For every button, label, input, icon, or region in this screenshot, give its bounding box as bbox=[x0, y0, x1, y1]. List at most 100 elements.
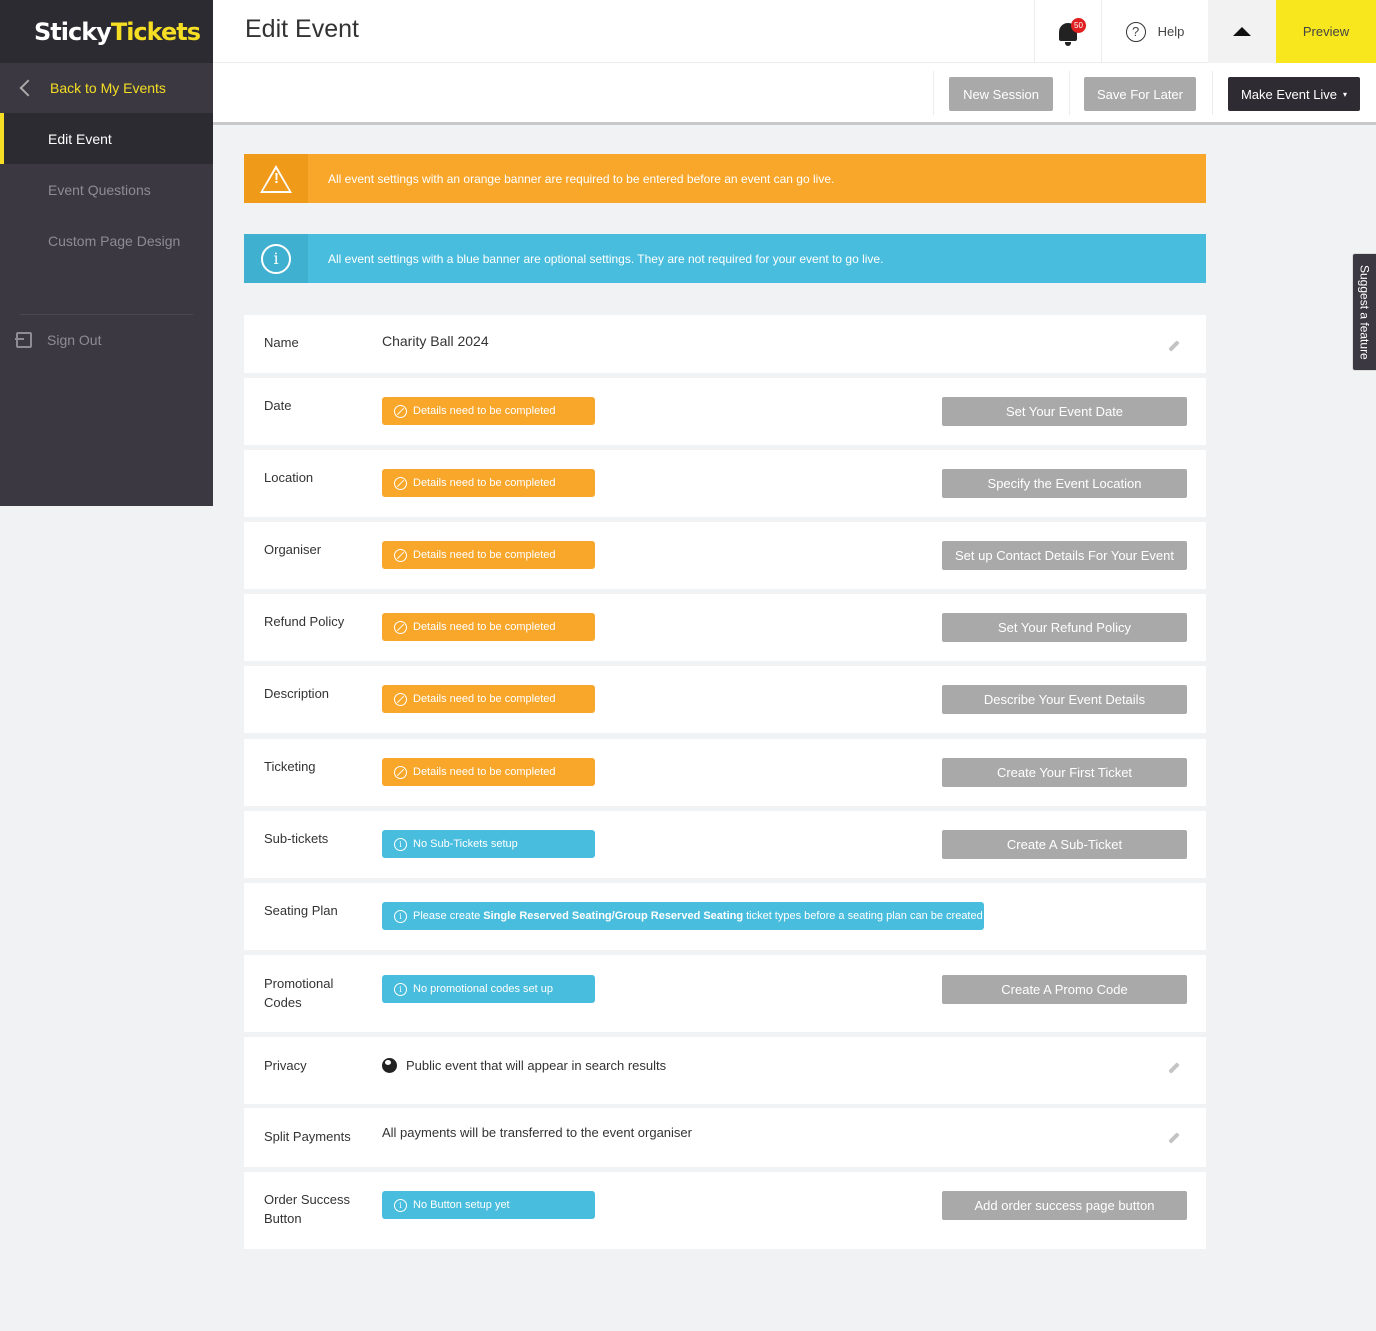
row-label: Promotional Codes bbox=[264, 976, 334, 1010]
sidebar-item-event-questions[interactable]: Event Questions bbox=[0, 164, 213, 215]
sidebar-item-custom-page-design[interactable]: Custom Page Design bbox=[0, 215, 213, 266]
pencil-icon[interactable] bbox=[1168, 1132, 1180, 1144]
split-payments-row: Split Payments All payments will be tran… bbox=[244, 1108, 1206, 1167]
status-pill: i No promotional codes set up bbox=[382, 975, 595, 1003]
caret-up-icon bbox=[1233, 27, 1251, 36]
row-label: Ticketing bbox=[264, 759, 316, 774]
status-pill: i No Button setup yet bbox=[382, 1191, 595, 1219]
sign-out-icon bbox=[15, 332, 32, 348]
date-row: Date Details need to be completed Set Yo… bbox=[244, 378, 1206, 445]
status-text: Details need to be completed bbox=[413, 405, 556, 417]
make-live-label: Make Event Live bbox=[1240, 86, 1338, 102]
info-icon: i bbox=[244, 234, 308, 283]
suggest-feature-tab[interactable]: Suggest a feature bbox=[1352, 253, 1376, 371]
promotional-codes-row: Promotional Codes i No promotional codes s… bbox=[244, 955, 1206, 1032]
ban-icon bbox=[394, 692, 407, 706]
sidebar-item-label: Custom Page Design bbox=[48, 232, 181, 249]
privacy-text: Public event that will appear in search … bbox=[406, 1058, 667, 1073]
privacy-value: Public event that will appear in search … bbox=[382, 1058, 666, 1073]
sidebar-item-label: Edit Event bbox=[48, 130, 112, 147]
new-session-button[interactable]: New Session bbox=[949, 77, 1053, 111]
pencil-icon[interactable] bbox=[1168, 1062, 1180, 1074]
location-row: Location Details need to be completed Sp… bbox=[244, 450, 1206, 517]
back-to-my-events-link[interactable]: Back to My Events bbox=[0, 63, 213, 113]
chevron-left-icon bbox=[19, 79, 37, 97]
ban-icon bbox=[394, 620, 407, 634]
create-promo-code-button[interactable]: Create A Promo Code bbox=[942, 975, 1187, 1004]
status-pill: Details need to be completed bbox=[382, 541, 595, 569]
row-label: Split Payments bbox=[264, 1129, 351, 1144]
status-text: Please create bbox=[413, 910, 481, 922]
set-event-date-button[interactable]: Set Your Event Date bbox=[942, 397, 1187, 426]
warning-banner-text: All event settings with an orange banner… bbox=[328, 171, 835, 186]
sidebar-item-edit-event[interactable]: Edit Event bbox=[0, 113, 213, 164]
save-for-later-button[interactable]: Save For Later bbox=[1084, 77, 1196, 111]
warning-exclamation: ! bbox=[274, 170, 279, 187]
status-text: No promotional codes set up bbox=[413, 983, 554, 995]
info-glyph: i bbox=[261, 243, 291, 274]
row-label: Sub-tickets bbox=[264, 831, 329, 846]
privacy-row: Privacy Public event that will appear in… bbox=[244, 1037, 1206, 1104]
row-label: Organiser bbox=[264, 542, 322, 557]
set-contact-details-button[interactable]: Set up Contact Details For Your Event bbox=[942, 541, 1187, 570]
description-row: Description Details need to be completed… bbox=[244, 666, 1206, 733]
info-banner-text: All event settings with a blue banner ar… bbox=[328, 251, 884, 266]
info-icon: i bbox=[394, 837, 407, 851]
seating-plan-row: Seating Plan i Please create Single Reserv… bbox=[244, 883, 1206, 950]
help-label: Help bbox=[1157, 24, 1185, 39]
info-icon: i bbox=[394, 909, 407, 923]
status-text: ticket types before a seating plan can b… bbox=[746, 910, 983, 922]
status-pill: i No Sub-Tickets setup bbox=[382, 830, 595, 858]
logo-bar: StickyTickets bbox=[0, 0, 213, 63]
status-text-bold: Single Reserved Seating/Group Reserved S… bbox=[483, 910, 744, 922]
status-pill: Details need to be completed bbox=[382, 469, 595, 497]
row-label: Description bbox=[264, 686, 330, 701]
row-label: Seating Plan bbox=[264, 903, 338, 918]
pencil-icon[interactable] bbox=[1168, 340, 1180, 352]
help-button[interactable]: ? Help bbox=[1101, 0, 1208, 63]
set-refund-policy-button[interactable]: Set Your Refund Policy bbox=[942, 613, 1187, 642]
status-text: Details need to be completed bbox=[413, 693, 556, 705]
notification-badge: 50 bbox=[1071, 18, 1086, 33]
status-text: No Sub-Tickets setup bbox=[413, 838, 518, 850]
notifications-button[interactable]: 50 bbox=[1034, 0, 1101, 63]
create-first-ticket-button[interactable]: Create Your First Ticket bbox=[942, 758, 1187, 787]
sticky-tickets-logo[interactable]: StickyTickets bbox=[34, 18, 201, 46]
describe-event-button[interactable]: Describe Your Event Details bbox=[942, 685, 1187, 714]
sub-tickets-row: Sub-tickets i No Sub-Tickets setup Create… bbox=[244, 811, 1206, 878]
order-success-row: Order Success Button i No Button setup yet… bbox=[244, 1172, 1206, 1249]
preview-button[interactable]: Preview bbox=[1276, 0, 1376, 63]
page-title: Edit Event bbox=[245, 15, 359, 43]
status-text: Details need to be completed bbox=[413, 621, 556, 633]
ban-icon bbox=[394, 765, 407, 779]
split-payments-value: All payments will be transferred to the … bbox=[382, 1125, 692, 1140]
globe-icon bbox=[382, 1058, 397, 1073]
specify-location-button[interactable]: Specify the Event Location bbox=[942, 469, 1187, 498]
required-settings-banner: All event settings with an orange banner… bbox=[244, 154, 1206, 203]
divider bbox=[1069, 71, 1070, 115]
status-text: Details need to be completed bbox=[413, 549, 556, 561]
optional-settings-banner: i All event settings with a blue banner … bbox=[244, 234, 1206, 283]
status-text: Details need to be completed bbox=[413, 477, 556, 489]
event-name-value: Charity Ball 2024 bbox=[382, 333, 489, 349]
organiser-row: Organiser Details need to be completed S… bbox=[244, 522, 1206, 589]
back-link-label: Back to My Events bbox=[50, 80, 166, 96]
refund-policy-row: Refund Policy Details need to be complet… bbox=[244, 594, 1206, 661]
info-icon: i bbox=[394, 1198, 407, 1212]
sidebar-item-label: Event Questions bbox=[48, 181, 151, 198]
sign-out-link[interactable]: Sign Out bbox=[0, 315, 213, 365]
ban-icon bbox=[394, 476, 407, 490]
status-pill: Details need to be completed bbox=[382, 758, 595, 786]
name-row: Name Charity Ball 2024 bbox=[244, 315, 1206, 373]
sidebar: StickyTickets Back to My Events Edit Eve… bbox=[0, 0, 213, 506]
status-pill: Details need to be completed bbox=[382, 613, 595, 641]
ban-icon bbox=[394, 404, 407, 418]
row-label: Refund Policy bbox=[264, 614, 345, 629]
row-label: Name bbox=[264, 335, 299, 350]
add-order-success-button[interactable]: Add order success page button bbox=[942, 1191, 1187, 1220]
status-pill: Details need to be completed bbox=[382, 397, 595, 425]
create-sub-ticket-button[interactable]: Create A Sub-Ticket bbox=[942, 830, 1187, 859]
collapse-toggle[interactable] bbox=[1208, 0, 1276, 63]
make-event-live-button[interactable]: Make Event Live ▾ bbox=[1228, 77, 1360, 111]
divider bbox=[1212, 71, 1213, 115]
